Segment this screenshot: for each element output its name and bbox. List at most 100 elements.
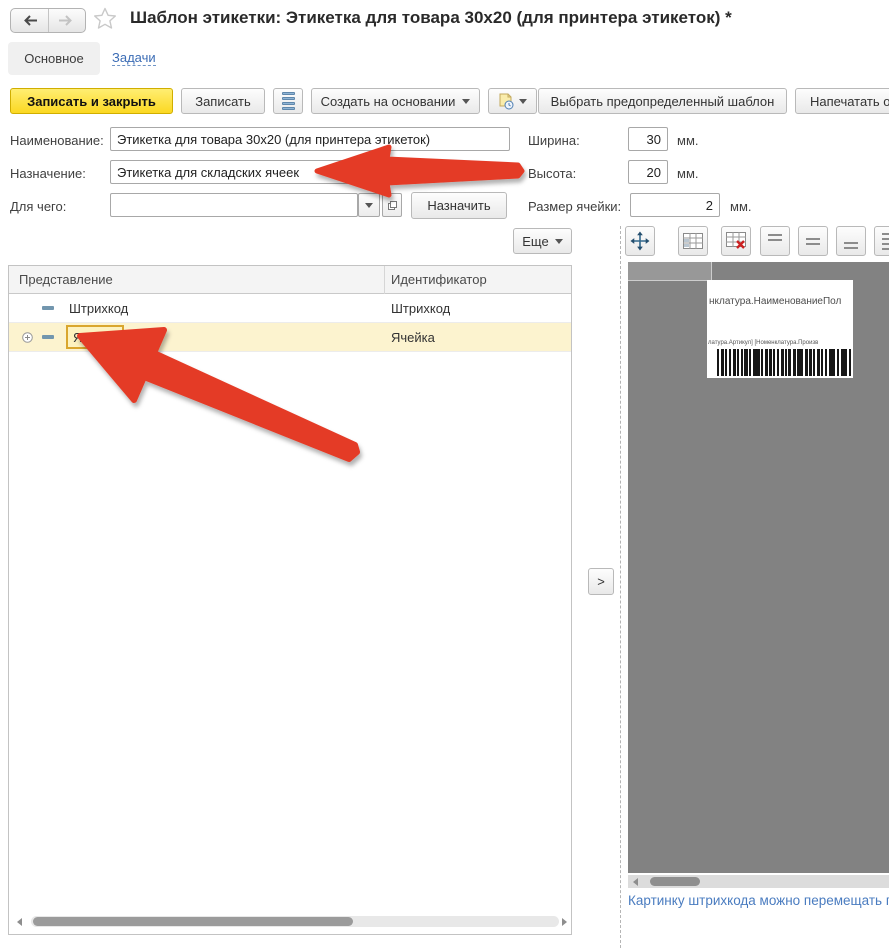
purpose-open-button[interactable] bbox=[382, 160, 399, 184]
forward-button[interactable] bbox=[49, 9, 86, 32]
panel-splitter[interactable] bbox=[620, 226, 621, 948]
for-what-open-button[interactable] bbox=[382, 193, 402, 217]
report-structure-button[interactable] bbox=[273, 88, 303, 114]
scroll-left-icon[interactable] bbox=[633, 878, 638, 886]
for-what-field-label: Для чего: bbox=[10, 199, 66, 214]
expand-plus-icon[interactable] bbox=[22, 332, 33, 343]
save-close-label: Записать и закрыть bbox=[27, 94, 156, 109]
chevron-down-icon bbox=[365, 203, 373, 208]
scroll-left-icon[interactable] bbox=[17, 918, 22, 926]
cell-size-unit: мм. bbox=[730, 199, 752, 214]
barcode-hint-link[interactable]: Картинку штрихкода можно перемещать по bbox=[628, 893, 889, 908]
table-row-cell[interactable]: Ячейка Ячейка bbox=[9, 323, 571, 352]
column-header-identifier[interactable]: Идентификатор bbox=[391, 272, 487, 287]
favorite-star-icon[interactable] bbox=[92, 6, 118, 32]
table-delete-button[interactable] bbox=[721, 226, 751, 256]
align-bottom-button[interactable] bbox=[836, 226, 866, 256]
preview-corner-cell bbox=[628, 262, 712, 281]
open-icon bbox=[388, 201, 397, 210]
splitter-arrow-label: > bbox=[597, 574, 605, 589]
forward-arrow-icon bbox=[59, 15, 74, 26]
label-preview-canvas[interactable]: нклатура.НаименованиеПол латура.Артикул]… bbox=[628, 262, 889, 873]
choose-predefined-template-button[interactable]: Выбрать предопределенный шаблон bbox=[538, 88, 787, 114]
save-close-button[interactable]: Записать и закрыть bbox=[10, 88, 173, 114]
cell-name-edit-box[interactable]: Ячейка bbox=[66, 325, 124, 349]
table-grid-icon bbox=[683, 233, 703, 249]
move-resize-icon bbox=[630, 231, 650, 251]
label-sheet[interactable]: нклатура.НаименованиеПол латура.Артикул]… bbox=[707, 280, 853, 378]
scroll-right-icon[interactable] bbox=[562, 918, 567, 926]
barcode-image[interactable] bbox=[717, 349, 851, 376]
print-doc-menu-button[interactable] bbox=[488, 88, 537, 114]
chevron-down-icon bbox=[370, 170, 378, 175]
chevron-down-icon bbox=[462, 99, 470, 104]
chevron-down-icon bbox=[555, 239, 563, 244]
align-bottom-icon bbox=[844, 242, 858, 249]
cell-size-input[interactable] bbox=[630, 193, 720, 217]
for-what-input[interactable] bbox=[110, 193, 358, 217]
table-grid-button[interactable] bbox=[678, 226, 708, 256]
align-top-icon bbox=[768, 234, 782, 241]
for-what-dropdown-button[interactable] bbox=[358, 193, 380, 217]
cell-size-field-label: Размер ячейки: bbox=[528, 199, 621, 214]
item-dash-icon bbox=[42, 335, 54, 339]
print-sample-button[interactable]: Напечатать о bbox=[795, 88, 889, 114]
create-based-on-label: Создать на основании bbox=[321, 94, 456, 109]
align-middle-icon bbox=[806, 238, 820, 245]
splitter-collapse-button[interactable]: > bbox=[588, 568, 614, 595]
back-arrow-icon bbox=[22, 15, 37, 26]
history-nav-group bbox=[10, 8, 86, 33]
row-identifier: Ячейка bbox=[391, 330, 435, 345]
paragraph-icon bbox=[882, 233, 889, 250]
page-title: Шаблон этикетки: Этикетка для товара 30x… bbox=[130, 8, 732, 28]
table-header-row: Представление Идентификатор bbox=[9, 266, 571, 294]
item-dash-icon bbox=[42, 306, 54, 310]
save-button[interactable]: Записать bbox=[181, 88, 265, 114]
back-button[interactable] bbox=[11, 9, 48, 32]
print-sample-label: Напечатать о bbox=[810, 94, 889, 109]
assign-label: Назначить bbox=[427, 198, 490, 213]
align-middle-button[interactable] bbox=[798, 226, 828, 256]
more-label: Еще bbox=[522, 234, 548, 249]
purpose-field-label: Назначение: bbox=[10, 166, 86, 181]
table-row-barcode[interactable]: Штрихкод Штрихкод bbox=[9, 294, 571, 323]
name-field-label: Наименование: bbox=[10, 133, 104, 148]
tab-main-label: Основное bbox=[24, 51, 84, 66]
width-unit: мм. bbox=[677, 133, 699, 148]
height-field-label: Высота: bbox=[528, 166, 576, 181]
create-based-on-button[interactable]: Создать на основании bbox=[311, 88, 480, 114]
row-identifier: Штрихкод bbox=[391, 301, 450, 316]
chevron-down-icon bbox=[519, 99, 527, 104]
label-article-field-text: латура.Артикул] [Номенклатура.Произв bbox=[708, 340, 818, 346]
table-hscrollbar-thumb[interactable] bbox=[33, 917, 353, 926]
save-label: Записать bbox=[195, 94, 251, 109]
height-input[interactable] bbox=[628, 160, 668, 184]
paragraph-button[interactable] bbox=[874, 226, 889, 256]
assign-button[interactable]: Назначить bbox=[411, 192, 507, 219]
tab-tasks-label: Задачи bbox=[112, 50, 156, 66]
blue-stack-icon bbox=[282, 92, 295, 110]
purpose-input[interactable] bbox=[110, 160, 365, 184]
preview-hscrollbar-track[interactable] bbox=[628, 875, 889, 888]
height-unit: мм. bbox=[677, 166, 699, 181]
tab-tasks[interactable]: Задачи bbox=[112, 50, 156, 65]
label-template-window: Шаблон этикетки: Этикетка для товара 30x… bbox=[0, 0, 889, 948]
column-divider[interactable] bbox=[384, 266, 385, 294]
row-separator bbox=[9, 351, 571, 352]
column-header-representation[interactable]: Представление bbox=[19, 272, 113, 287]
table-delete-icon bbox=[726, 232, 746, 250]
width-field-label: Ширина: bbox=[528, 133, 580, 148]
width-input[interactable] bbox=[628, 127, 668, 151]
label-name-field-text: нклатура.НаименованиеПол bbox=[709, 296, 841, 307]
choose-predefined-label: Выбрать предопределенный шаблон bbox=[551, 94, 775, 109]
row-name: Штрихкод bbox=[69, 301, 128, 316]
row-name: Ячейка bbox=[73, 330, 117, 345]
fields-table: Представление Идентификатор Штрихкод Штр… bbox=[8, 265, 572, 935]
tab-main[interactable]: Основное bbox=[8, 42, 100, 75]
move-resize-button[interactable] bbox=[625, 226, 655, 256]
align-top-button[interactable] bbox=[760, 226, 790, 256]
more-button[interactable]: Еще bbox=[513, 228, 572, 254]
name-input[interactable] bbox=[110, 127, 510, 151]
preview-hscrollbar-thumb[interactable] bbox=[650, 877, 700, 886]
purpose-dropdown-button[interactable] bbox=[365, 160, 382, 184]
